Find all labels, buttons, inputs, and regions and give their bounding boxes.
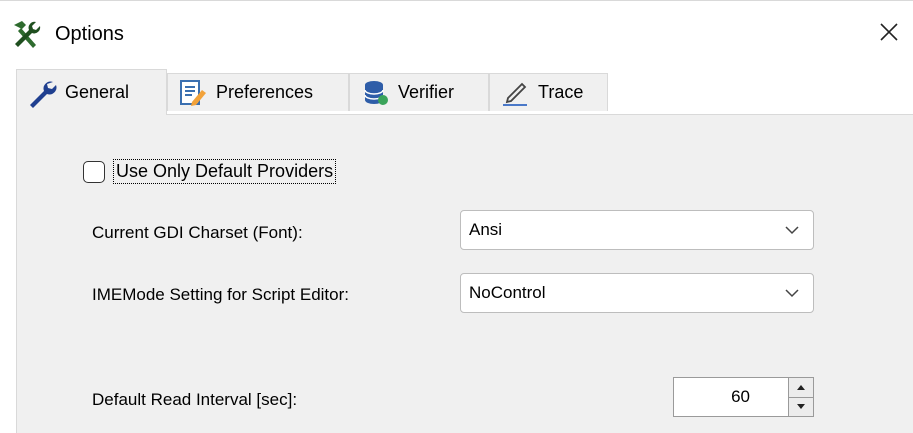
tab-preferences[interactable]: Preferences [167,73,349,111]
database-icon [360,78,390,108]
use-default-providers-label: Use Only Default Providers [113,159,337,184]
tab-verifier[interactable]: Verifier [349,73,489,111]
ime-mode-label: IMEMode Setting for Script Editor: [92,285,349,304]
gdi-charset-select[interactable]: Ansi [460,210,814,250]
tab-strip: General Preferences Verifier Trace [16,69,896,115]
tools-icon [10,19,42,51]
ime-mode-value: NoControl [469,283,546,302]
title-bar: Options [0,1,913,63]
tab-trace-label: Trace [538,82,584,102]
gdi-charset-value: Ansi [469,220,503,239]
tab-trace[interactable]: Trace [489,73,608,111]
spin-down-button[interactable] [789,396,813,417]
window-title: Options [55,23,124,45]
general-panel: Use Only Default Providers Current GDI C… [16,114,913,433]
tab-preferences-label: Preferences [216,82,314,102]
use-default-providers-checkbox[interactable]: Use Only Default Providers [83,159,337,184]
triangle-down-icon [796,398,806,416]
gdi-charset-label: Current GDI Charset (Font): [92,223,303,242]
tab-verifier-label: Verifier [398,82,455,102]
tab-general-label: General [65,82,130,102]
triangle-up-icon [796,378,806,396]
pen-signature-icon [500,78,530,108]
close-button[interactable] [872,17,906,51]
read-interval-stepper[interactable]: 60 [673,377,814,417]
close-icon [879,22,899,47]
options-window: Options General Preferences Verifier Tra… [0,0,913,433]
wrench-icon [27,78,57,108]
edit-document-icon [178,78,208,108]
spin-up-button[interactable] [789,378,813,397]
read-interval-value[interactable]: 60 [674,378,788,416]
spin-buttons [788,378,813,416]
ime-mode-select[interactable]: NoControl [460,273,814,313]
chevron-down-icon [783,221,801,239]
checkbox-box[interactable] [83,160,105,183]
chevron-down-icon [783,284,801,302]
tab-general[interactable]: General [16,69,167,115]
read-interval-label: Default Read Interval [sec]: [92,390,298,409]
